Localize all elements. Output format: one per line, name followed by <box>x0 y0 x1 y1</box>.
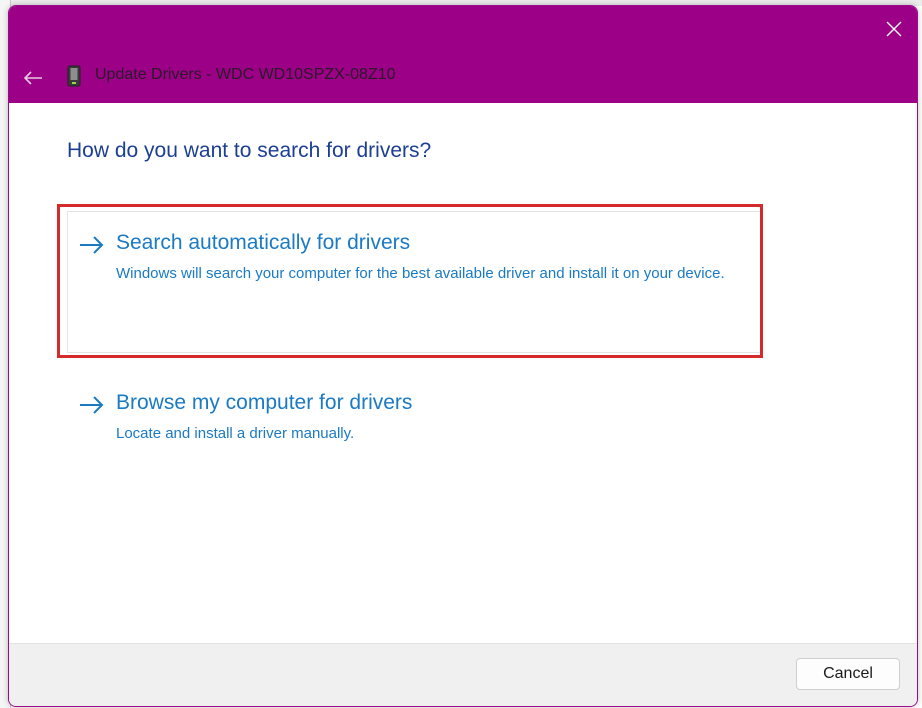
option-description: Windows will search your computer for th… <box>116 265 725 282</box>
arrow-right-icon <box>80 236 104 254</box>
dialog-content: How do you want to search for drivers? S… <box>9 103 917 643</box>
update-drivers-dialog: Update Drivers - WDC WD10SPZX-08Z10 How … <box>8 5 918 707</box>
option-description: Locate and install a driver manually. <box>116 425 355 442</box>
dialog-title: Update Drivers - WDC WD10SPZX-08Z10 <box>95 66 396 83</box>
page-question: How do you want to search for drivers? <box>67 139 432 162</box>
close-button[interactable] <box>871 6 917 52</box>
back-button[interactable] <box>19 64 47 92</box>
dialog-header: Update Drivers - WDC WD10SPZX-08Z10 <box>9 52 917 103</box>
browse-computer-option[interactable]: Browse my computer for drivers Locate an… <box>79 391 739 451</box>
hard-drive-icon <box>67 65 81 87</box>
back-arrow-icon <box>23 71 42 85</box>
close-icon <box>886 21 902 37</box>
option-title: Search automatically for drivers <box>116 231 411 254</box>
title-bar <box>9 6 917 52</box>
search-automatically-option[interactable]: Search automatically for drivers Windows… <box>79 231 739 311</box>
arrow-right-icon <box>80 396 104 414</box>
dialog-footer: Cancel <box>9 643 917 706</box>
option-title: Browse my computer for drivers <box>116 391 413 414</box>
cancel-button[interactable]: Cancel <box>796 658 900 690</box>
